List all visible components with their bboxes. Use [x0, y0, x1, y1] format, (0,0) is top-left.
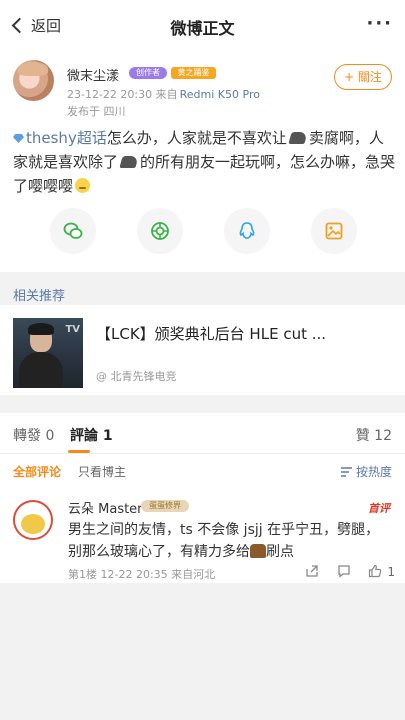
fan-badge: 黄之踊鉴 — [171, 67, 216, 79]
super-topic-link[interactable]: theshy超话 — [13, 129, 107, 147]
awkward-face-emoji-icon — [75, 178, 91, 193]
thumbnail-tag: TV — [65, 324, 80, 335]
comment-item: 云朵 Master 蛋蛋修界 首评 男生之间的友情，ts 不会像 jsjj 在乎… — [0, 488, 405, 583]
wechat-icon — [63, 222, 83, 239]
tab-comment[interactable]: 評論 1 — [70, 425, 113, 445]
author-name[interactable]: 微末尘漾 — [67, 65, 119, 84]
commenter-name[interactable]: 云朵 Master — [68, 498, 143, 517]
tab-like[interactable]: 贊 12 — [356, 425, 392, 445]
commenter-avatar[interactable] — [13, 500, 53, 540]
recommend-title[interactable]: 【LCK】颁奖典礼后台 HLE cut ... — [96, 323, 386, 345]
comment-filter-bar: 全部评论 只看博主 按热度 — [0, 454, 405, 488]
post-time: 23-12-22 20:30 — [67, 88, 153, 101]
like-icon[interactable] — [368, 564, 382, 578]
filter-author-only[interactable]: 只看博主 — [78, 463, 126, 480]
commenter-badge: 蛋蛋修界 — [141, 500, 189, 512]
sort-icon — [341, 467, 353, 477]
reply-icon[interactable] — [337, 564, 351, 578]
creator-badge: 创作者 — [129, 67, 167, 79]
deer-emoji-icon — [250, 544, 266, 558]
shoe-emoji-icon — [119, 156, 139, 168]
sort-by-hot-button[interactable]: 按热度 — [341, 463, 392, 480]
diamond-icon — [13, 134, 24, 143]
share-qq-button[interactable] — [224, 208, 270, 254]
share-icon[interactable] — [305, 564, 319, 578]
recommend-thumbnail[interactable]: TV — [13, 318, 83, 388]
share-wechat-button[interactable] — [50, 208, 96, 254]
post-location: 发布于 四川 — [67, 105, 126, 118]
recommended-post[interactable]: TV 【LCK】颁奖典礼后台 HLE cut ... @ 北青先锋电竞 — [0, 305, 405, 395]
save-image-icon — [325, 222, 343, 240]
source-prefix: 来自 — [155, 88, 178, 101]
post-meta: 23-12-22 20:30 来自 Redmi K50 Pro — [67, 86, 260, 102]
top-nav-bar: 返回 微博正文 ··· — [0, 0, 405, 50]
page-title: 微博正文 — [170, 19, 235, 38]
first-comment-tag: 首评 — [368, 502, 390, 515]
recommend-source[interactable]: @ 北青先锋电竞 — [96, 368, 177, 384]
moments-icon — [151, 222, 169, 240]
save-image-button[interactable] — [311, 208, 357, 254]
related-recommend-title: 相关推荐 — [13, 289, 66, 304]
follow-button[interactable]: + 關注 — [334, 64, 392, 90]
comment-meta: 第1楼 12-22 20:35 来自河北 — [68, 568, 216, 581]
share-bar — [0, 208, 405, 256]
share-moments-button[interactable] — [137, 208, 183, 254]
qq-icon — [239, 222, 255, 239]
tab-repost[interactable]: 轉發 0 — [13, 425, 54, 445]
post-card: 微末尘漾 创作者 黄之踊鉴 23-12-22 20:30 来自 Redmi K50… — [0, 50, 405, 272]
filter-all-comments[interactable]: 全部评论 — [13, 463, 61, 480]
author-avatar[interactable] — [13, 60, 54, 101]
post-text: theshy超话怎么办，人家就是不喜欢让 卖腐啊，人家就是喜欢除了 的所有朋友一起玩… — [13, 129, 396, 195]
more-options-icon[interactable]: ··· — [366, 13, 393, 34]
shoe-emoji-icon — [288, 132, 308, 144]
comment-like-count: 1 — [387, 565, 395, 579]
post-device[interactable]: Redmi K50 Pro — [180, 88, 260, 101]
comment-text: 男生之间的友情，ts 不会像 jsjj 在乎宁丑，劈腿，别那么玻璃心了，有精力多… — [68, 522, 380, 560]
interaction-tabs: 轉發 0 評論 1 贊 12 — [0, 413, 405, 453]
